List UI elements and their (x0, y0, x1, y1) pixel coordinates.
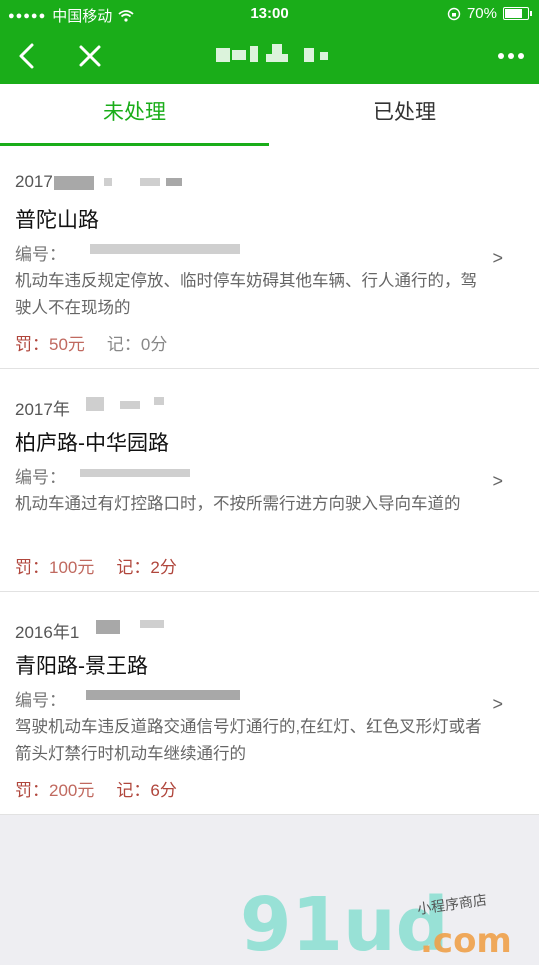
fine-amount: 50元 (49, 335, 85, 354)
svg-text:.com: .com (420, 921, 512, 960)
chevron-right-icon: > (492, 248, 503, 268)
list-item[interactable]: 2016年1 青阳路-景王路 编号： 驾驶机动车违反道路交通信号灯通行的,在红灯… (0, 592, 539, 815)
masked-code (80, 469, 190, 477)
record-description: 机动车通过有灯控路口时，不按所需行进方向驶入导向车道的 (15, 495, 461, 513)
masked-code (86, 690, 240, 700)
record-code-label: 编号： (15, 691, 66, 710)
status-bar: ●●●●● 中国移动 13:00 70% (0, 0, 539, 28)
more-dots-icon (498, 53, 524, 59)
record-date: 2017年 (15, 400, 70, 419)
record-road: 青阳路-景王路 (15, 655, 148, 678)
list-item[interactable]: 2017年 柏庐路-中华园路 编号： 机动车通过有灯控路口时，不按所需行进方向驶… (0, 369, 539, 592)
masked-text (54, 176, 94, 190)
svg-text:91ud: 91ud (240, 882, 449, 960)
tab-bar: 未处理 已处理 (0, 84, 539, 147)
chevron-right-icon: > (492, 471, 503, 491)
fine-amount: 200元 (49, 781, 95, 800)
record-description: 驾驶机动车违反道路交通信号灯通行的,在红灯、红色叉形灯或者箭头灯禁行时机动车继续… (15, 718, 482, 763)
record-penalty: 罚：50元 记：0分 (15, 335, 168, 354)
back-button[interactable] (10, 38, 46, 74)
record-road: 柏庐路-中华园路 (15, 432, 169, 455)
rotation-lock-icon (447, 7, 461, 20)
watermark-icon: 91ud .com 小程序商店 (240, 882, 512, 965)
more-button[interactable] (493, 38, 529, 74)
chevron-left-icon (19, 43, 34, 69)
chevron-right-icon: > (492, 694, 503, 714)
points-amount: 0分 (140, 335, 168, 354)
fine-amount: 100元 (49, 558, 95, 577)
page-title-masked (180, 42, 360, 70)
record-code-label: 编号： (15, 245, 66, 264)
list-item[interactable]: 2017 普陀山路 编号： 机动车违反规定停放、临时停车妨碍其他车辆、行人通行的… (0, 146, 539, 369)
points-amount: 6分 (150, 781, 177, 800)
close-button[interactable] (72, 38, 108, 74)
record-code-label: 编号： (15, 468, 66, 487)
record-penalty: 罚：200元 记：6分 (15, 781, 177, 800)
tab-processed[interactable]: 已处理 (270, 84, 539, 144)
masked-code (90, 244, 240, 254)
masked-text (86, 397, 104, 411)
tab-unprocessed[interactable]: 未处理 (0, 84, 269, 146)
violation-list: 2017 普陀山路 编号： 机动车违反规定停放、临时停车妨碍其他车辆、行人通行的… (0, 146, 539, 815)
nav-bar (0, 28, 539, 84)
close-icon (79, 45, 101, 67)
battery-percent: 70% (466, 5, 497, 22)
points-amount: 2分 (150, 558, 177, 577)
watermark-logo: 91ud .com 小程序商店 (240, 880, 539, 965)
record-date: 2016年1 (15, 623, 80, 642)
record-date: 2017 (15, 172, 53, 191)
masked-text (96, 620, 120, 634)
record-road: 普陀山路 (15, 209, 99, 232)
battery-icon (503, 7, 532, 20)
record-penalty: 罚：100元 记：2分 (15, 558, 177, 577)
record-description: 机动车违反规定停放、临时停车妨碍其他车辆、行人通行的，驾驶人不在现场的 (15, 272, 477, 317)
